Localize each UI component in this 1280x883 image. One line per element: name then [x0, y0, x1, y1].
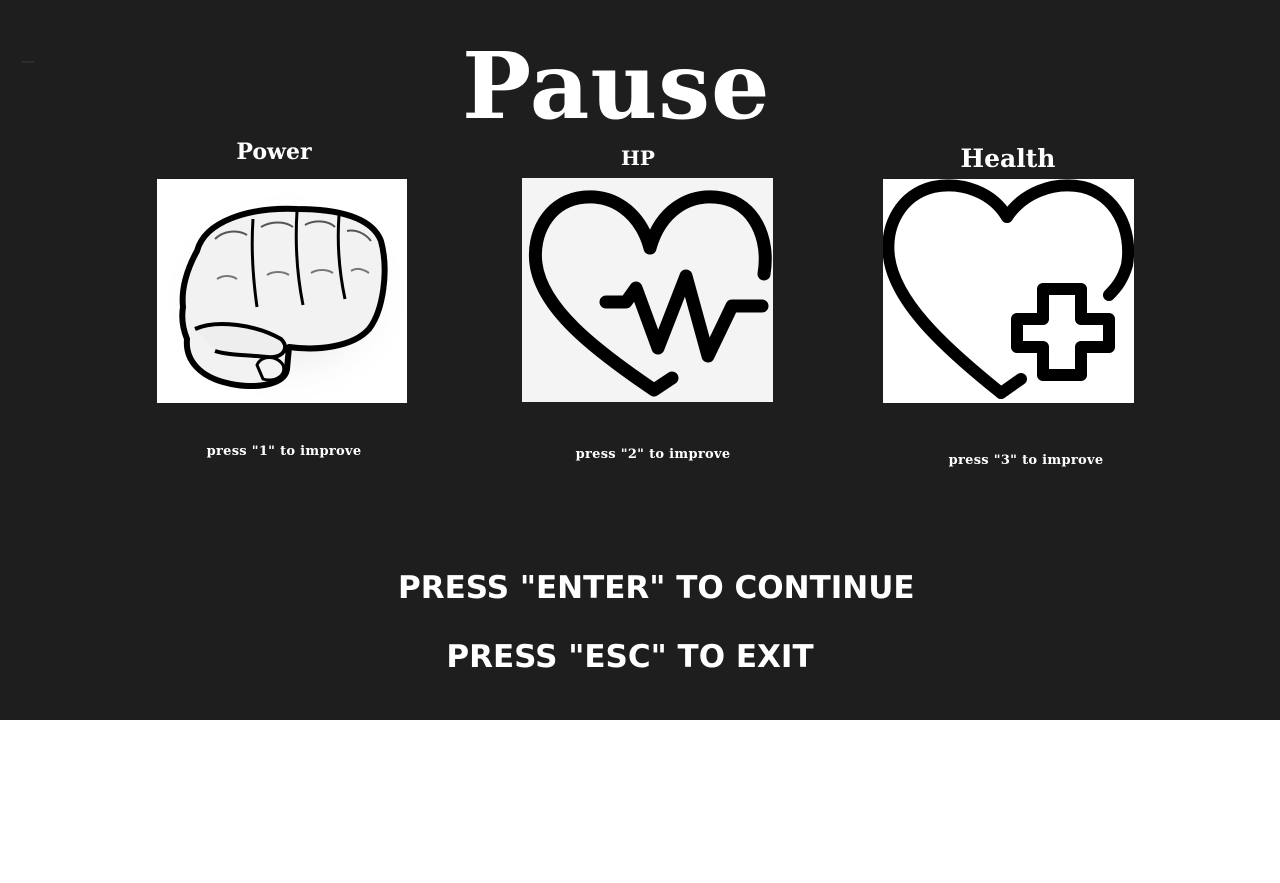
empty-area-below: [0, 720, 1280, 883]
hp-hint: press "2" to improve: [575, 447, 731, 462]
exit-prompt: PRESS "ESC" TO EXIT: [446, 639, 814, 675]
decorative-dot: [22, 61, 34, 63]
health-label: Health: [960, 144, 1056, 173]
heart-plus-icon: [883, 179, 1134, 403]
hp-label: HP: [621, 146, 655, 170]
pause-screen: Pause Power press "1" to improve HP pres…: [0, 0, 1280, 720]
health-hint: press "3" to improve: [948, 453, 1104, 468]
power-label: Power: [236, 139, 312, 165]
heart-pulse-icon: [522, 178, 773, 402]
pause-title: Pause: [462, 32, 771, 140]
power-hint: press "1" to improve: [206, 444, 362, 459]
continue-prompt: PRESS "ENTER" TO CONTINUE: [398, 570, 915, 606]
fist-icon: [157, 179, 407, 403]
